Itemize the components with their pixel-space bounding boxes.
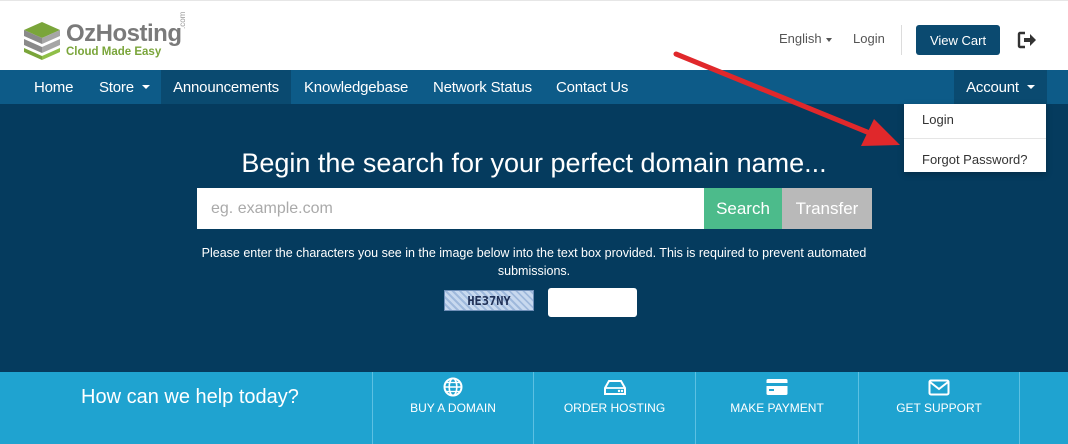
- nav-item-label: Announcements: [173, 78, 279, 96]
- transfer-button[interactable]: Transfer: [782, 188, 872, 229]
- caret-down-icon: [141, 85, 150, 89]
- help-item-label: BUY A DOMAIN: [410, 401, 496, 415]
- dropdown-divider: [904, 138, 1046, 139]
- dropdown-item-login[interactable]: Login: [922, 112, 954, 127]
- header-login-link[interactable]: Login: [853, 31, 885, 46]
- logo-com: .com: [178, 11, 187, 29]
- help-item-buy-domain[interactable]: BUY A DOMAIN: [372, 372, 533, 444]
- nav-item-label: Network Status: [433, 78, 532, 96]
- logout-icon[interactable]: [1017, 31, 1037, 49]
- main-navbar: Home Store Announcements Knowledgebase N…: [0, 70, 1068, 104]
- captcha-input[interactable]: [548, 288, 637, 317]
- nav-item-account[interactable]: Account: [954, 70, 1047, 104]
- header-divider: [901, 25, 902, 55]
- account-dropdown-menu: Login Forgot Password?: [904, 104, 1046, 172]
- logo-tagline: Cloud Made Easy: [66, 45, 162, 58]
- help-item-label: GET SUPPORT: [896, 401, 982, 415]
- captcha-image: HE37NY: [444, 290, 534, 311]
- help-item-get-support[interactable]: GET SUPPORT: [858, 372, 1019, 444]
- help-item-label: ORDER HOSTING: [563, 401, 666, 415]
- domain-search-input[interactable]: [197, 188, 704, 229]
- nav-item-network-status[interactable]: Network Status: [420, 70, 545, 104]
- logo-name: OzHosting: [66, 19, 182, 47]
- credit-card-icon: [766, 379, 788, 395]
- domain-search-form: Search Transfer: [197, 188, 872, 229]
- nav-item-home[interactable]: Home: [21, 70, 86, 104]
- nav-item-label: Contact Us: [556, 78, 629, 96]
- globe-icon: [443, 377, 463, 397]
- help-title: How can we help today?: [81, 386, 299, 408]
- help-bar: How can we help today? BUY A DOMAIN ORDE…: [0, 372, 1068, 444]
- captcha-instructions: Please enter the characters you see in t…: [201, 246, 867, 278]
- nav-item-knowledgebase[interactable]: Knowledgebase: [291, 70, 421, 104]
- view-cart-button[interactable]: View Cart: [916, 25, 1000, 55]
- nav-item-label: Store: [99, 78, 134, 96]
- logo[interactable]: OzHosting Cloud Made Easy: [20, 18, 195, 62]
- help-item-order-hosting[interactable]: ORDER HOSTING: [533, 372, 695, 444]
- language-selector[interactable]: English: [779, 31, 832, 46]
- server-icon: [603, 380, 626, 395]
- caret-down-icon: [825, 37, 832, 42]
- help-bar-divider: [1019, 372, 1020, 444]
- envelope-icon: [928, 379, 950, 396]
- caret-down-icon: [1026, 85, 1035, 89]
- help-item-label: MAKE PAYMENT: [730, 401, 824, 415]
- dropdown-item-forgot-password[interactable]: Forgot Password?: [922, 152, 1028, 167]
- nav-item-announcements[interactable]: Announcements: [161, 70, 291, 104]
- language-label: English: [779, 31, 822, 46]
- site-header: OzHosting Cloud Made Easy .com English L…: [0, 0, 1068, 70]
- search-button[interactable]: Search: [704, 188, 782, 229]
- nav-item-store[interactable]: Store: [86, 70, 163, 104]
- nav-item-label: Knowledgebase: [304, 78, 409, 96]
- logo-mark-icon: [24, 22, 60, 60]
- nav-item-label: Account: [966, 78, 1019, 96]
- captcha-code: HE37NY: [467, 293, 511, 308]
- nav-item-label: Home: [34, 78, 74, 96]
- help-item-make-payment[interactable]: MAKE PAYMENT: [695, 372, 858, 444]
- nav-item-contact-us[interactable]: Contact Us: [543, 70, 641, 104]
